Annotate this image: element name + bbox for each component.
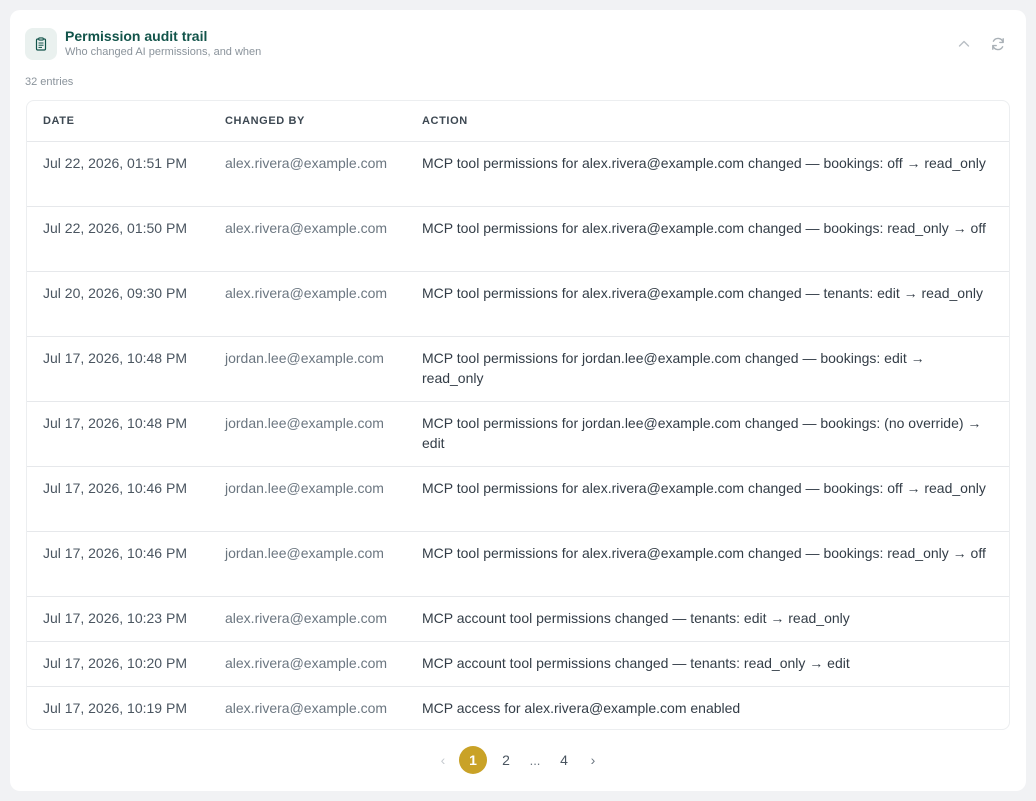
row-date: Jul 17, 2026, 10:20 PM [27, 641, 209, 687]
row-changed-by: alex.rivera@example.com [209, 271, 406, 337]
table-row: Jul 17, 2026, 10:23 PM alex.rivera@examp… [27, 596, 1009, 642]
row-action: MCP tool permissions for alex.rivera@exa… [406, 141, 1009, 207]
entry-count: 32 entries [25, 76, 74, 88]
row-date: Jul 22, 2026, 01:51 PM [27, 141, 209, 207]
pagination-ellipsis: ... [529, 752, 541, 768]
row-date: Jul 20, 2026, 09:30 PM [27, 271, 209, 337]
table-row: Jul 20, 2026, 09:30 PM alex.rivera@examp… [27, 271, 1009, 337]
row-changed-by: jordan.lee@example.com [209, 466, 406, 532]
column-header-date: DATE [27, 101, 209, 142]
table-row: Jul 17, 2026, 10:48 PM jordan.lee@exampl… [27, 336, 1009, 402]
row-date: Jul 17, 2026, 10:48 PM [27, 401, 209, 467]
audit-table-container: DATE CHANGED BY ACTION Jul 22, 2026, 01:… [26, 100, 1010, 730]
table-row: Jul 17, 2026, 10:19 PM alex.rivera@examp… [27, 686, 1009, 729]
table-header-row: DATE CHANGED BY ACTION [27, 101, 1009, 142]
row-date: Jul 17, 2026, 10:23 PM [27, 596, 209, 642]
audit-trail-card: Permission audit trail Who changed AI pe… [10, 10, 1026, 791]
row-changed-by: jordan.lee@example.com [209, 401, 406, 467]
refresh-icon[interactable] [990, 36, 1006, 52]
row-date: Jul 17, 2026, 10:19 PM [43, 699, 187, 716]
card-header: Permission audit trail Who changed AI pe… [25, 27, 1011, 61]
row-changed-by: jordan.lee@example.com [209, 531, 406, 597]
card-subtitle: Who changed AI permissions, and when [65, 46, 262, 58]
chevron-up-icon[interactable] [956, 36, 972, 52]
table-row: Jul 17, 2026, 10:46 PM jordan.lee@exampl… [27, 466, 1009, 532]
row-action: MCP tool permissions for jordan.lee@exam… [406, 401, 1009, 467]
row-changed-by: alex.rivera@example.com [209, 641, 406, 687]
row-date: Jul 17, 2026, 10:46 PM [27, 531, 209, 597]
pagination-page-1[interactable]: 1 [459, 746, 487, 774]
row-action: MCP tool permissions for alex.rivera@exa… [406, 531, 1009, 597]
row-action: MCP account tool permissions changed — t… [406, 596, 1009, 642]
table-row: Jul 17, 2026, 10:48 PM jordan.lee@exampl… [27, 401, 1009, 467]
row-date: Jul 17, 2026, 10:46 PM [27, 466, 209, 532]
clipboard-icon [25, 28, 57, 60]
row-action: MCP tool permissions for alex.rivera@exa… [406, 206, 1009, 272]
row-changed-by: alex.rivera@example.com [209, 596, 406, 642]
column-header-changed-by: CHANGED BY [209, 101, 406, 142]
table-row: Jul 17, 2026, 10:20 PM alex.rivera@examp… [27, 641, 1009, 687]
table-row: Jul 17, 2026, 10:46 PM jordan.lee@exampl… [27, 531, 1009, 597]
pagination-prev-button[interactable]: ‹ [433, 746, 453, 774]
row-action: MCP tool permissions for alex.rivera@exa… [406, 466, 1009, 532]
header-text: Permission audit trail Who changed AI pe… [65, 28, 261, 60]
row-changed-by: alex.rivera@example.com [225, 699, 388, 716]
card-title: Permission audit trail [65, 28, 208, 44]
row-date: Jul 22, 2026, 01:50 PM [27, 206, 209, 272]
row-action: MCP account tool permissions changed — t… [406, 641, 1009, 687]
table-row: Jul 22, 2026, 01:51 PM alex.rivera@examp… [27, 141, 1009, 207]
row-action: MCP access for alex.rivera@example.com e… [422, 699, 741, 716]
row-date: Jul 17, 2026, 10:48 PM [27, 336, 209, 402]
pagination: ‹ 1 2 ... 4 › [10, 746, 1026, 774]
header-actions [956, 36, 1011, 52]
row-changed-by: jordan.lee@example.com [209, 336, 406, 402]
row-changed-by: alex.rivera@example.com [209, 206, 406, 272]
column-header-action: ACTION [406, 101, 1009, 142]
table-row: Jul 22, 2026, 01:50 PM alex.rivera@examp… [27, 206, 1009, 272]
pagination-page-2[interactable]: 2 [493, 746, 519, 774]
row-action: MCP tool permissions for alex.rivera@exa… [406, 271, 1009, 337]
audit-table: DATE CHANGED BY ACTION Jul 22, 2026, 01:… [27, 101, 1009, 729]
pagination-page-4[interactable]: 4 [551, 746, 577, 774]
row-changed-by: alex.rivera@example.com [209, 141, 406, 207]
row-action: MCP tool permissions for jordan.lee@exam… [406, 336, 1009, 402]
pagination-next-button[interactable]: › [583, 746, 603, 774]
